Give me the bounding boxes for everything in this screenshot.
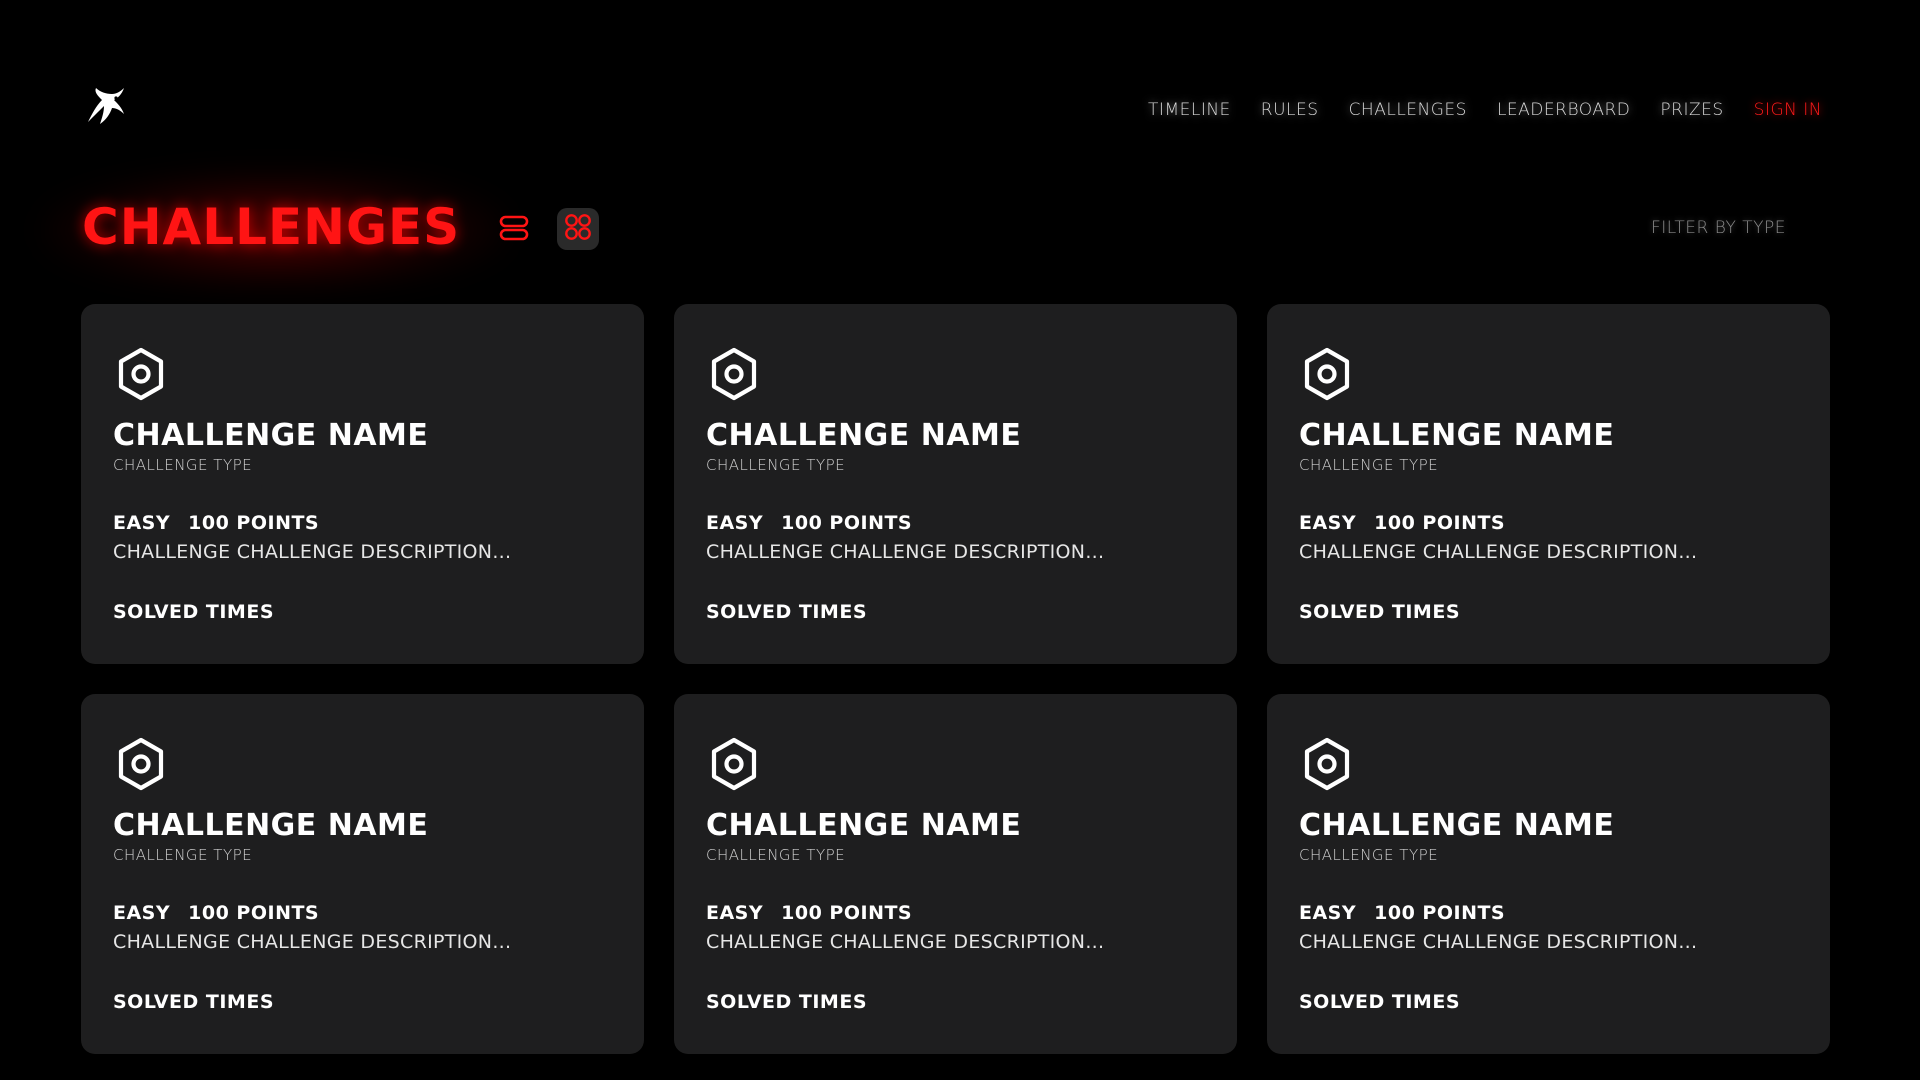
nav-timeline[interactable]: TIMELINE — [1148, 100, 1231, 120]
challenge-meta: EASY 100 POINTS — [1299, 512, 1505, 534]
challenge-description: CHALLENGE CHALLENGE DESCRIPTION... — [706, 541, 1105, 563]
grid-view-icon — [563, 212, 593, 246]
list-view-icon — [499, 213, 529, 247]
hexagon-nut-icon — [708, 736, 760, 792]
challenge-difficulty: EASY — [1299, 902, 1357, 924]
hexagon-nut-icon — [115, 346, 167, 402]
hexagon-nut-icon — [1301, 346, 1353, 402]
challenge-description: CHALLENGE CHALLENGE DESCRIPTION... — [113, 541, 512, 563]
challenge-difficulty: EASY — [1299, 512, 1357, 534]
hexagon-nut-icon — [708, 346, 760, 402]
list-view-button[interactable] — [494, 210, 534, 250]
challenge-description: CHALLENGE CHALLENGE DESCRIPTION... — [1299, 541, 1698, 563]
nav-challenges[interactable]: CHALLENGES — [1349, 100, 1467, 120]
challenge-description: CHALLENGE CHALLENGE DESCRIPTION... — [113, 931, 512, 953]
challenge-type: CHALLENGE TYPE — [113, 846, 253, 864]
challenge-solved-times: SOLVED TIMES — [706, 991, 867, 1013]
challenge-card[interactable]: CHALLENGE NAME CHALLENGE TYPE EASY 100 P… — [674, 304, 1237, 664]
challenge-type: CHALLENGE TYPE — [706, 846, 846, 864]
challenge-solved-times: SOLVED TIMES — [706, 601, 867, 623]
grid-view-button[interactable] — [557, 208, 599, 250]
challenge-type: CHALLENGE TYPE — [113, 456, 253, 474]
challenge-name: CHALLENGE NAME — [1299, 418, 1615, 453]
challenge-solved-times: SOLVED TIMES — [113, 601, 274, 623]
challenge-meta: EASY 100 POINTS — [113, 902, 319, 924]
penguin-logo-icon[interactable] — [80, 82, 130, 126]
nav-leaderboard[interactable]: LEADERBOARD — [1497, 100, 1630, 120]
challenge-points: 100 POINTS — [1374, 902, 1506, 924]
challenge-name: CHALLENGE NAME — [113, 808, 429, 843]
page-title: CHALLENGES — [82, 198, 461, 256]
nav-prizes[interactable]: PRIZES — [1660, 100, 1723, 120]
challenge-solved-times: SOLVED TIMES — [113, 991, 274, 1013]
challenge-points: 100 POINTS — [781, 902, 913, 924]
challenge-solved-times: SOLVED TIMES — [1299, 991, 1460, 1013]
challenge-type: CHALLENGE TYPE — [706, 456, 846, 474]
challenge-name: CHALLENGE NAME — [1299, 808, 1615, 843]
challenge-difficulty: EASY — [706, 512, 764, 534]
challenge-meta: EASY 100 POINTS — [706, 902, 912, 924]
challenge-difficulty: EASY — [113, 512, 171, 534]
challenge-points: 100 POINTS — [188, 512, 320, 534]
challenge-name: CHALLENGE NAME — [706, 418, 1022, 453]
nav-rules[interactable]: RULES — [1261, 100, 1319, 120]
challenge-name: CHALLENGE NAME — [113, 418, 429, 453]
challenge-points: 100 POINTS — [781, 512, 913, 534]
challenge-type: CHALLENGE TYPE — [1299, 456, 1439, 474]
challenge-solved-times: SOLVED TIMES — [1299, 601, 1460, 623]
challenge-points: 100 POINTS — [1374, 512, 1506, 534]
challenge-card[interactable]: CHALLENGE NAME CHALLENGE TYPE EASY 100 P… — [81, 694, 644, 1054]
challenge-difficulty: EASY — [113, 902, 171, 924]
challenge-name: CHALLENGE NAME — [706, 808, 1022, 843]
challenge-card[interactable]: CHALLENGE NAME CHALLENGE TYPE EASY 100 P… — [1267, 304, 1830, 664]
challenge-type: CHALLENGE TYPE — [1299, 846, 1439, 864]
challenge-grid: CHALLENGE NAME CHALLENGE TYPE EASY 100 P… — [81, 304, 1830, 1054]
top-nav: TIMELINE RULES CHALLENGES LEADERBOARD PR… — [1148, 100, 1822, 120]
challenge-description: CHALLENGE CHALLENGE DESCRIPTION... — [1299, 931, 1698, 953]
challenge-description: CHALLENGE CHALLENGE DESCRIPTION... — [706, 931, 1105, 953]
filter-by-type-dropdown[interactable]: FILTER BY TYPE — [1651, 218, 1786, 238]
challenge-card[interactable]: CHALLENGE NAME CHALLENGE TYPE EASY 100 P… — [1267, 694, 1830, 1054]
challenge-meta: EASY 100 POINTS — [706, 512, 912, 534]
challenge-meta: EASY 100 POINTS — [113, 512, 319, 534]
nav-sign-in[interactable]: SIGN IN — [1754, 100, 1822, 120]
hexagon-nut-icon — [115, 736, 167, 792]
challenge-difficulty: EASY — [706, 902, 764, 924]
challenge-points: 100 POINTS — [188, 902, 320, 924]
challenge-meta: EASY 100 POINTS — [1299, 902, 1505, 924]
hexagon-nut-icon — [1301, 736, 1353, 792]
challenge-card[interactable]: CHALLENGE NAME CHALLENGE TYPE EASY 100 P… — [81, 304, 644, 664]
challenge-card[interactable]: CHALLENGE NAME CHALLENGE TYPE EASY 100 P… — [674, 694, 1237, 1054]
challenges-page: TIMELINE RULES CHALLENGES LEADERBOARD PR… — [0, 0, 1920, 1080]
